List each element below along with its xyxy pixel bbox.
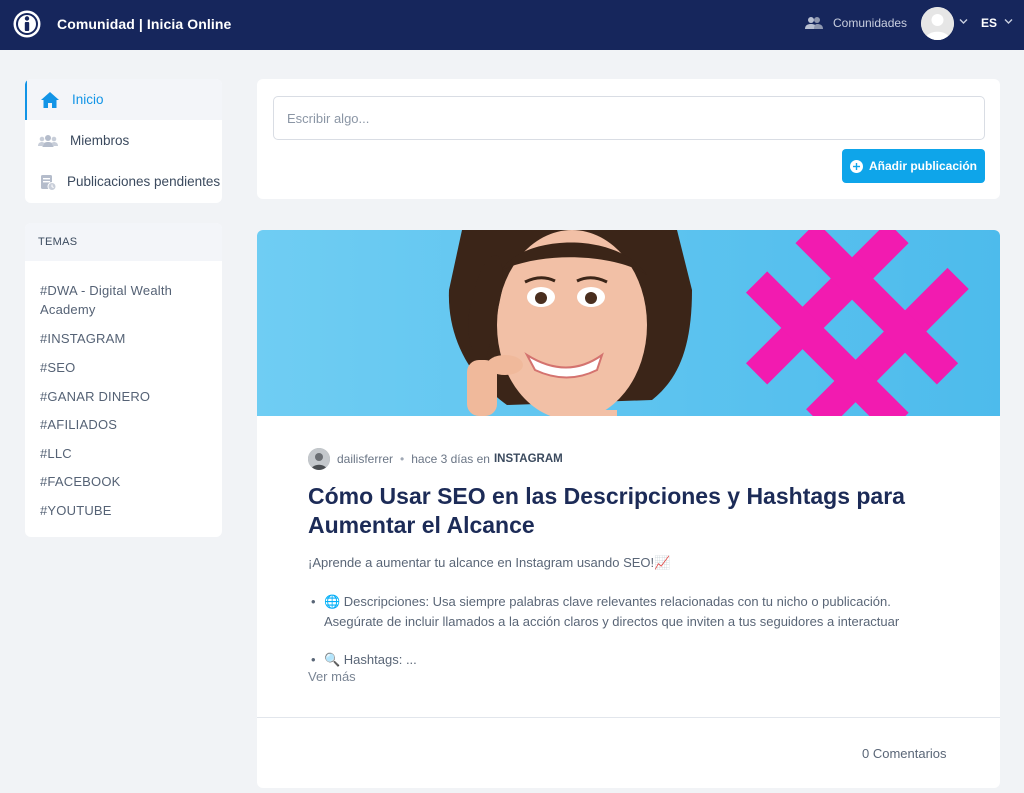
pending-posts-icon [41,175,57,191]
topic-item[interactable]: #LLC [40,444,215,472]
post-title[interactable]: Cómo Usar SEO en las Descripciones y Has… [308,482,968,540]
post-meta: dailisferrer • hace 3 días en INSTAGRAM [308,448,563,470]
post-composer: Añadir publicación [257,79,1000,199]
post-author[interactable]: dailisferrer [337,452,393,466]
communities-label: Comunidades [833,16,908,30]
topics-heading: TEMAS [25,223,222,261]
sidebar-item-inicio[interactable]: Inicio [25,79,222,120]
topic-item[interactable]: #GANAR DINERO [40,387,215,415]
post-cover-image[interactable] [257,230,1000,416]
home-icon [41,92,59,108]
sidebar-item-label: Miembros [70,133,130,148]
post-category[interactable]: INSTAGRAM [494,453,563,465]
language-selector[interactable]: ES [981,16,997,30]
brand-title[interactable]: Comunidad | Inicia Online [57,16,231,32]
meta-separator: • [400,452,405,466]
members-icon [38,135,58,147]
topic-item[interactable]: #FACEBOOK [40,472,215,501]
post-intro: ¡Aprende a aumentar tu alcance en Instag… [308,555,671,570]
read-more-link[interactable]: Ver más [308,669,356,684]
user-avatar-icon [921,7,954,40]
top-bar: Comunidad | Inicia Online Comunidades ES [0,0,1024,50]
post-bullets: 🌐 Descripciones: Usa siempre palabras cl… [308,592,948,670]
communities-link[interactable]: Comunidades [805,16,907,30]
chevron-down-icon[interactable] [1004,18,1013,25]
add-post-label: Añadir publicación [868,159,977,173]
post-time: hace 3 días en [411,452,490,466]
sidebar-item-miembros[interactable]: Miembros [25,120,222,161]
sidebar-item-label: Publicaciones pendientes [67,174,221,189]
topics-panel: TEMAS #DWA - Digital Wealth Academy #INS… [25,223,222,537]
sidebar-item-label: Inicio [72,92,104,107]
topics-list: #DWA - Digital Wealth Academy #INSTAGRAM… [40,282,215,521]
topic-item[interactable]: #DWA - Digital Wealth Academy [40,281,215,329]
list-item: 🌐 Descripciones: Usa siempre palabras cl… [308,592,948,632]
sidebar-nav: Inicio Miembros Publicaciones pendientes [25,79,222,203]
communities-icon [805,17,823,29]
post-input[interactable] [273,96,985,140]
topic-item[interactable]: #YOUTUBE [40,501,215,521]
post-card: dailisferrer • hace 3 días en INSTAGRAM … [257,230,1000,788]
divider [257,717,1000,718]
topic-item[interactable]: #SEO [40,358,215,387]
plus-circle-icon [849,159,863,173]
add-post-button[interactable]: Añadir publicación [842,149,985,183]
info-logo-icon[interactable] [12,9,42,39]
sidebar-item-publicaciones-pendientes[interactable]: Publicaciones pendientes [25,161,222,202]
topic-item[interactable]: #INSTAGRAM [40,329,215,358]
author-avatar[interactable] [308,448,330,470]
topic-item[interactable]: #AFILIADOS [40,415,215,444]
comments-link[interactable]: 0 Comentarios [862,746,947,761]
user-avatar[interactable] [921,7,954,40]
list-item: 🔍 Hashtags: ... [308,650,948,670]
chevron-down-icon[interactable] [959,18,968,25]
author-avatar-icon [308,448,330,470]
